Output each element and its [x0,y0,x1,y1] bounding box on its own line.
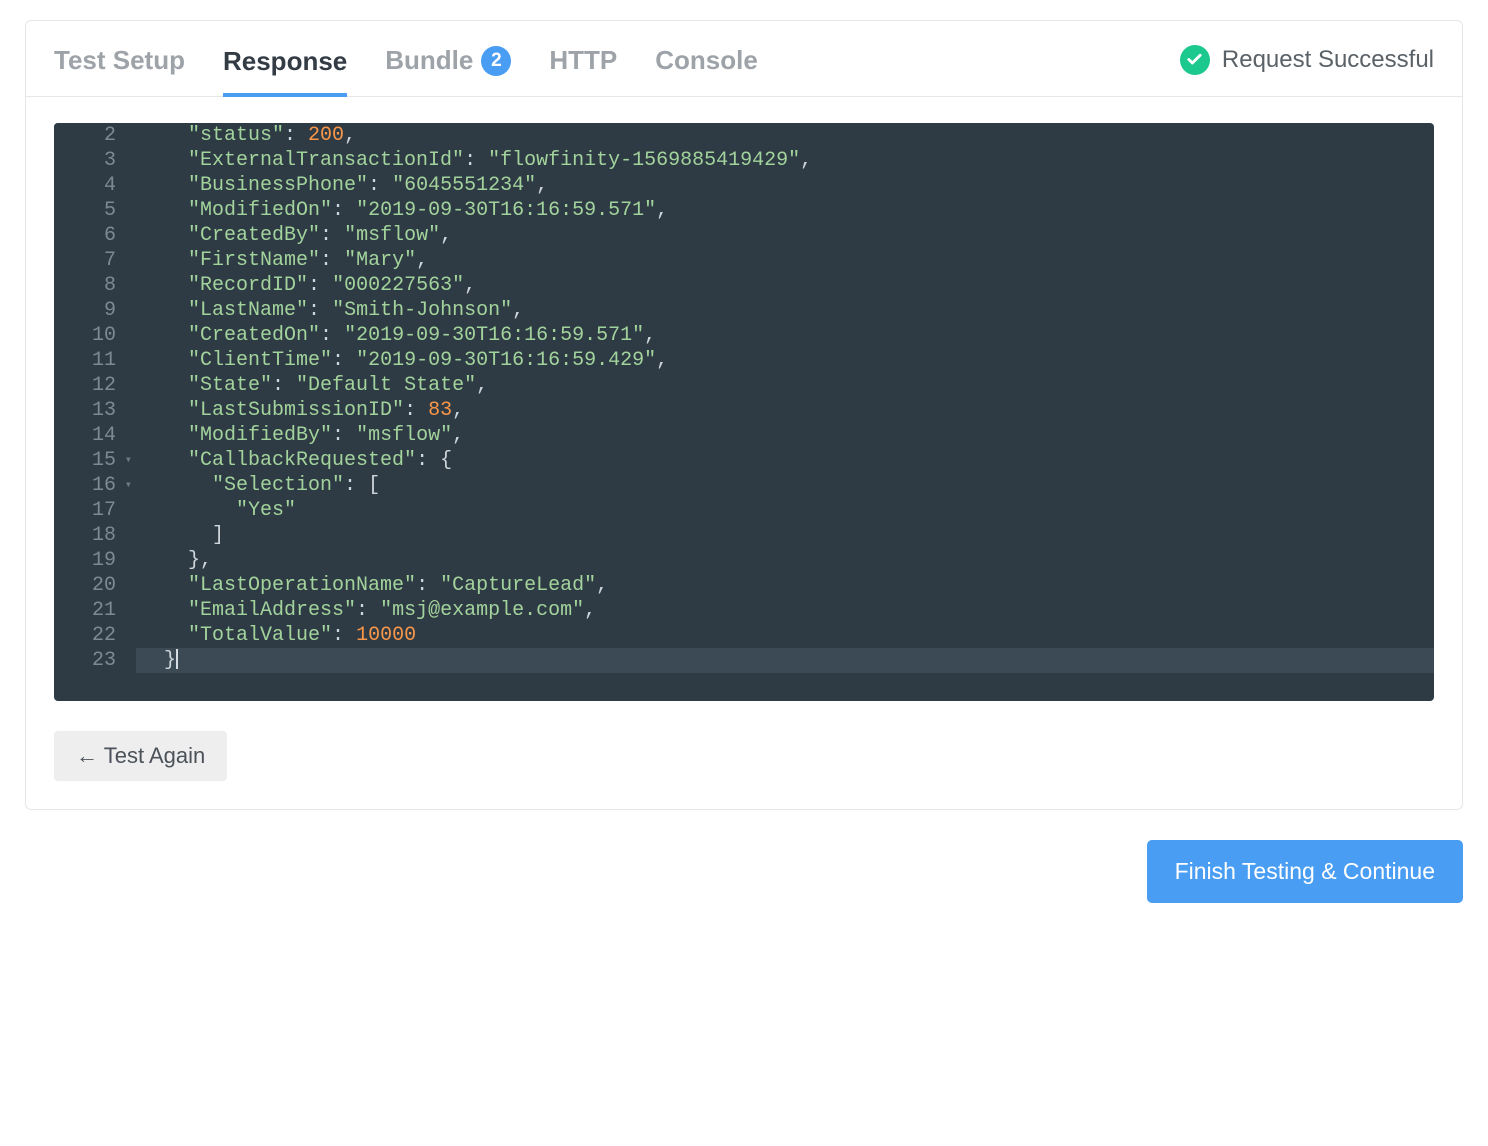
request-status-text: Request Successful [1222,46,1434,74]
tab-console[interactable]: Console [655,35,758,96]
gutter-line: 3 [54,148,132,173]
request-status: Request Successful [1180,45,1434,87]
code-line: ] [140,523,1424,548]
code-line: "TotalValue": 10000 [140,623,1424,648]
tab-bundle-label: Bundle [385,45,473,76]
gutter-line: 5 [54,198,132,223]
gutter-line: 19 [54,548,132,573]
code-lines: "status": 200, "ExternalTransactionId": … [140,123,1434,673]
gutter-line: 13 [54,398,132,423]
gutter-line: 14 [54,423,132,448]
gutter-line: 2 [54,123,132,148]
panel-footer: ← Test Again [26,701,1462,809]
code-line: "BusinessPhone": "6045551234", [140,173,1424,198]
code-line: "ModifiedBy": "msflow", [140,423,1424,448]
code-line: "ClientTime": "2019-09-30T16:16:59.429", [140,348,1424,373]
finish-testing-button[interactable]: Finish Testing & Continue [1147,840,1463,903]
tab-http[interactable]: HTTP [549,35,617,96]
code-gutter: 23456789101112131415▾16▾17181920212223 [54,123,140,673]
gutter-line: 21 [54,598,132,623]
code-line: "CallbackRequested": { [140,448,1424,473]
gutter-line: 22 [54,623,132,648]
gutter-line: 23 [54,648,132,673]
test-again-button[interactable]: ← Test Again [54,731,227,781]
text-cursor [176,649,178,669]
gutter-line: 12 [54,373,132,398]
code-line: "State": "Default State", [140,373,1424,398]
bundle-count-badge: 2 [481,46,511,76]
gutter-line: 20 [54,573,132,598]
code-line: "RecordID": "000227563", [140,273,1424,298]
gutter-line: 7 [54,248,132,273]
gutter-line: 8 [54,273,132,298]
code-line: "ModifiedOn": "2019-09-30T16:16:59.571", [140,198,1424,223]
gutter-line: 15▾ [54,448,132,473]
code-line: "CreatedOn": "2019-09-30T16:16:59.571", [140,323,1424,348]
code-line: "LastName": "Smith-Johnson", [140,298,1424,323]
code-line: "FirstName": "Mary", [140,248,1424,273]
fold-caret-icon[interactable]: ▾ [120,453,132,468]
tab-test-setup[interactable]: Test Setup [54,35,185,96]
gutter-line: 18 [54,523,132,548]
check-circle-icon [1180,45,1210,75]
fold-caret-icon[interactable]: ▾ [120,478,132,493]
code-line: "EmailAddress": "msj@example.com", [140,598,1424,623]
gutter-line: 6 [54,223,132,248]
code-editor[interactable]: 23456789101112131415▾16▾17181920212223 "… [54,123,1434,701]
bottom-actions: Finish Testing & Continue [25,840,1463,903]
code-line: "Yes" [140,498,1424,523]
gutter-line: 11 [54,348,132,373]
code-line: }, [140,548,1424,573]
code-line: "ExternalTransactionId": "flowfinity-156… [140,148,1424,173]
gutter-line: 9 [54,298,132,323]
tab-response[interactable]: Response [223,36,347,97]
gutter-line: 17 [54,498,132,523]
tab-bar: Test Setup Response Bundle 2 HTTP Consol… [26,21,1462,97]
code-block: 23456789101112131415▾16▾17181920212223 "… [54,123,1434,701]
tab-bundle[interactable]: Bundle 2 [385,35,511,96]
gutter-line: 10 [54,323,132,348]
code-line: "LastSubmissionID": 83, [140,398,1424,423]
gutter-line: 16▾ [54,473,132,498]
code-line: "CreatedBy": "msflow", [140,223,1424,248]
code-line: } [136,648,1434,673]
test-panel: Test Setup Response Bundle 2 HTTP Consol… [25,20,1463,810]
gutter-line: 4 [54,173,132,198]
code-line: "Selection": [ [140,473,1424,498]
code-line: "status": 200, [140,123,1424,148]
code-line: "LastOperationName": "CaptureLead", [140,573,1424,598]
